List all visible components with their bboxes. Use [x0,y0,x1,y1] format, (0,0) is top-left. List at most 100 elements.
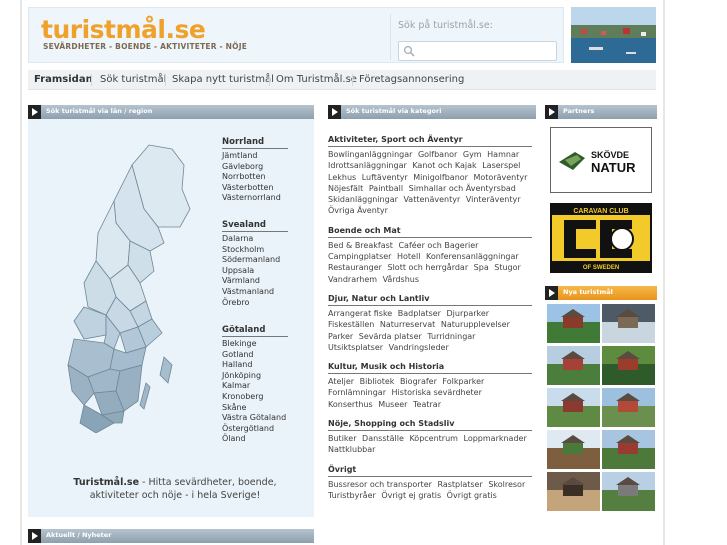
region-link[interactable]: Dalarna [222,234,288,245]
category-link[interactable]: Utsiktsplatser [328,343,383,352]
category-link[interactable]: Djurparker [447,309,490,318]
category-link[interactable]: Golfbanor [418,150,457,159]
category-link[interactable]: Övrigt ej gratis [381,491,441,500]
region-link[interactable]: Västernorrland [222,193,288,204]
category-heading[interactable]: Djur, Natur och Lantliv [328,294,532,306]
category-link[interactable]: Caféer och Bagerier [398,241,478,250]
new-place-thumbnail[interactable] [547,430,600,469]
region-link[interactable]: Norrbotten [222,172,288,183]
category-heading[interactable]: Aktiviteter, Sport och Äventyr [328,135,532,147]
category-link[interactable]: Idrottsanläggningar [328,161,407,170]
category-link[interactable]: Hamnar [487,150,519,159]
new-place-thumbnail[interactable] [602,304,655,343]
category-link[interactable]: Övrigt gratis [447,491,497,500]
category-link[interactable]: Paintball [369,184,403,193]
category-link[interactable]: Vattenäventyr [403,195,460,204]
category-link[interactable]: Spa [474,263,489,272]
region-link[interactable]: Västra Götaland [222,413,288,424]
category-link[interactable]: Fornlämningar [328,388,386,397]
new-place-thumbnail[interactable] [602,346,655,385]
category-link[interactable]: Hotell [397,252,420,261]
category-link[interactable]: Historiska sevärdheter [392,388,482,397]
category-heading[interactable]: Övrigt [328,465,532,477]
category-heading[interactable]: Boende och Mat [328,226,532,238]
region-link[interactable]: Kalmar [222,381,288,392]
region-link[interactable]: Gotland [222,350,288,361]
category-link[interactable]: Rastplatser [437,480,482,489]
category-link[interactable]: Dansställe [362,434,404,443]
category-link[interactable]: Luftäventyr [362,173,408,182]
category-heading[interactable]: Nöje, Shopping och Stadsliv [328,419,532,432]
category-link[interactable]: Skolresor [488,480,525,489]
category-link[interactable]: Butiker [328,434,356,443]
category-link[interactable]: Folkparker [442,377,484,386]
region-link[interactable]: Östergötland [222,424,288,435]
region-link[interactable]: Gävleborg [222,162,288,173]
category-link[interactable]: Slott och herrgårdar [388,263,469,272]
region-link[interactable]: Värmland [222,276,288,287]
category-link[interactable]: Bibliotek [360,377,395,386]
region-link[interactable]: Blekinge [222,339,288,350]
category-link[interactable]: Turridningar [427,332,475,341]
region-link[interactable]: Örebro [222,298,288,309]
category-link[interactable]: Parker [328,332,353,341]
category-link[interactable]: Lekhus [328,173,356,182]
category-link[interactable]: Bussresor och transporter [328,480,432,489]
nav-home[interactable]: Framsidan [34,74,93,85]
new-place-thumbnail[interactable] [547,304,600,343]
region-link[interactable]: Västerbotten [222,183,288,194]
category-link[interactable]: Vinteräventyr [466,195,521,204]
region-link[interactable]: Södermanland [222,255,288,266]
category-link[interactable]: Köpcentrum [409,434,458,443]
category-link[interactable]: Nattklubbar [328,445,375,454]
region-link[interactable]: Halland [222,360,288,371]
region-link[interactable]: Skåne [222,403,288,414]
category-link[interactable]: Restauranger [328,263,382,272]
region-link[interactable]: Stockholm [222,245,288,256]
category-link[interactable]: Campingplatser [328,252,391,261]
category-link[interactable]: Minigolfbanor [413,173,468,182]
category-link[interactable]: Ateljer [328,377,354,386]
region-heading-norrland[interactable]: Norrland [222,137,288,149]
category-link[interactable]: Naturreservat [380,320,435,329]
sweden-map[interactable] [54,143,214,433]
category-link[interactable]: Konferensanläggningar [426,252,519,261]
new-place-thumbnail[interactable] [547,346,600,385]
category-link[interactable]: Badplatser [398,309,441,318]
new-place-thumbnail[interactable] [547,388,600,427]
category-link[interactable]: Biografer [400,377,437,386]
partner-skovde-natur[interactable]: SKÖVDE NATUR [550,127,652,193]
category-link[interactable]: Kanot och Kajak [412,161,476,170]
category-link[interactable]: Turistbyråer [328,491,376,500]
category-link[interactable]: Bowlinganläggningar [328,150,412,159]
category-heading[interactable]: Kultur, Musik och Historia [328,362,532,375]
search-icon[interactable] [403,45,415,57]
category-link[interactable]: Sevärda platser [359,332,422,341]
category-link[interactable]: Simhallar och Äventyrsbad [409,184,516,193]
nav-create[interactable]: Skapa nytt turistmål [172,74,274,85]
search-input[interactable] [398,41,557,61]
category-link[interactable]: Bed & Breakfast [328,241,393,250]
region-link[interactable]: Uppsala [222,266,288,277]
category-link[interactable]: Övriga Äventyr [328,206,388,215]
category-link[interactable]: Arrangerat fiske [328,309,392,318]
nav-search[interactable]: Sök turistmål [100,74,166,85]
category-link[interactable]: Loppmarknader [464,434,527,443]
region-heading-svealand[interactable]: Svealand [222,220,288,232]
new-place-thumbnail[interactable] [602,472,655,511]
category-link[interactable]: Vandrarhem [328,275,377,284]
category-link[interactable]: Gym [463,150,482,159]
region-link[interactable]: Kronoberg [222,392,288,403]
region-link[interactable]: Öland [222,434,288,445]
new-place-thumbnail[interactable] [602,388,655,427]
nav-about[interactable]: Om Turistmål.se [276,74,357,85]
category-link[interactable]: Laserspel [482,161,520,170]
category-link[interactable]: Stugor [494,263,521,272]
category-link[interactable]: Naturupplevelser [441,320,510,329]
category-link[interactable]: Teatrar [413,400,441,409]
category-link[interactable]: Motoräventyr [474,173,528,182]
region-link[interactable]: Jämtland [222,151,288,162]
new-place-thumbnail[interactable] [547,472,600,511]
site-logo[interactable]: turistmål.se [41,15,206,44]
category-link[interactable]: Skidanläggningar [328,195,398,204]
